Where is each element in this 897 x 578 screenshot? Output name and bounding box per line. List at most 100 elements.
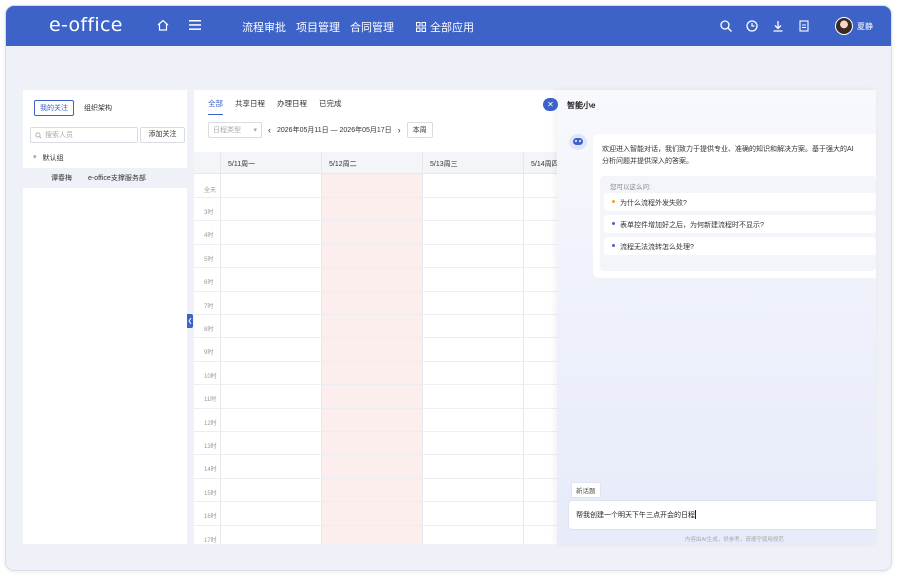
ai-disclaimer: 内容由AI生成，供参考，请遵守使用规范 xyxy=(685,537,784,543)
grid-line xyxy=(422,174,423,544)
welcome-line-1: 欢迎进入智能对话，我们致力于提供专业、准确的知识和解决方案。基于强大的AI xyxy=(602,146,854,153)
grid-line xyxy=(194,243,569,245)
search-icon xyxy=(35,131,42,139)
chat-input[interactable]: 帮我创建一个明天下午三点开会的日程 xyxy=(568,500,876,530)
suggestion-item[interactable]: 表单控件增加好之后，为何新建流程时不显示? xyxy=(604,215,876,233)
ai-assistant-panel: ✕ 智能小e 欢迎进入智能对话，我们致力于提供专业、准确的知识和解决方案。基于强… xyxy=(543,90,876,544)
tab-all[interactable]: 全部 xyxy=(208,98,223,115)
hour-label: 17时 xyxy=(204,537,217,544)
people-search-input[interactable]: 搜索人员 xyxy=(30,127,138,143)
day-header[interactable]: 5/11周一 xyxy=(220,152,321,174)
week-grid: 5/11周一 5/12周二 5/13周三 5/14周四 全天 3时 4时 5时 6时 7… xyxy=(194,152,569,544)
hour-label: 8时 xyxy=(204,327,214,333)
grid-line xyxy=(194,360,569,362)
grid-line xyxy=(194,454,569,456)
grid-line xyxy=(194,501,569,503)
schedule-type-select[interactable]: 日程类型 ▾ xyxy=(208,122,262,138)
add-follow-button[interactable]: 添加关注 xyxy=(140,127,185,143)
tab-completed[interactable]: 已完成 xyxy=(319,98,342,115)
grid-header: 5/11周一 5/12周二 5/13周三 5/14周四 xyxy=(194,152,569,174)
left-panel: 我的关注 组织架构 搜索人员 添加关注 ▾ 默认组 谭春梅 e-office支撑… xyxy=(23,90,187,544)
chevron-down-icon: ▾ xyxy=(33,154,37,161)
avatar[interactable] xyxy=(835,17,853,35)
person-dept: e-office支撑服务部 xyxy=(88,175,146,182)
collapse-handle[interactable] xyxy=(187,314,193,328)
hour-label: 11时 xyxy=(204,397,217,404)
grid-line xyxy=(194,384,569,386)
grid-line xyxy=(194,314,569,315)
search-icon[interactable] xyxy=(719,19,733,33)
menu-icon[interactable] xyxy=(188,19,202,31)
welcome-line-2: 分析问题并提供深入的答案。 xyxy=(602,158,693,165)
hour-label: 15时 xyxy=(204,490,217,497)
ai-title: 智能小e xyxy=(567,101,596,110)
tab-org[interactable]: 组织架构 xyxy=(82,100,114,116)
group-label: 默认组 xyxy=(42,155,64,162)
hour-label: 3时 xyxy=(204,210,214,216)
grid-line xyxy=(194,407,569,409)
app-window: e-office 流程审批 项目管理 合同管理 全部应用 夏静 我的关注 组织架… xyxy=(5,5,892,571)
tab-shared[interactable]: 共享日程 xyxy=(235,98,265,115)
bot-icon xyxy=(569,134,587,150)
document-icon[interactable] xyxy=(797,19,811,33)
calendar-panel: 全部 共享日程 办理日程 已完成 日程类型 ▾ ‹ 2026年05月11日 — … xyxy=(194,90,569,544)
calendar-toolbar: 日程类型 ▾ ‹ 2026年05月11日 — 2026年05月17日 › 本周 xyxy=(208,122,433,138)
search-placeholder: 搜索人员 xyxy=(45,132,73,139)
top-bar: e-office 流程审批 项目管理 合同管理 全部应用 夏静 xyxy=(6,6,891,46)
calendar-tabs: 全部 共享日程 办理日程 已完成 xyxy=(208,98,342,115)
day-header[interactable]: 5/12周二 xyxy=(321,152,422,174)
app-logo[interactable]: e-office xyxy=(49,14,123,36)
chat-input-value: 帮我创建一个明天下午三点开会的日程 xyxy=(576,512,695,519)
date-range: 2026年05月11日 — 2026年05月17日 xyxy=(277,127,392,134)
tab-handling[interactable]: 办理日程 xyxy=(277,98,307,115)
group-default[interactable]: ▾ 默认组 xyxy=(33,153,64,163)
grid-line xyxy=(194,267,569,269)
grid-line xyxy=(194,290,569,292)
suggestion-item[interactable]: 为什么流程外发失败? xyxy=(604,193,876,211)
grid-line xyxy=(194,220,569,222)
clock-icon[interactable] xyxy=(745,19,759,33)
grid-line xyxy=(220,174,221,544)
download-icon[interactable] xyxy=(771,19,785,33)
all-apps-button[interactable]: 全部应用 xyxy=(416,19,474,35)
left-tabs: 我的关注 组织架构 xyxy=(34,100,114,116)
grid-line xyxy=(194,337,569,339)
grid-line xyxy=(194,524,569,526)
nav-contract[interactable]: 合同管理 xyxy=(350,19,394,35)
day-header[interactable]: 5/13周三 xyxy=(422,152,523,174)
nav-project[interactable]: 项目管理 xyxy=(296,19,340,35)
hour-label: 9时 xyxy=(204,350,214,357)
grid-line xyxy=(194,477,569,479)
suggestion-item[interactable]: 流程无法流转怎么处理? xyxy=(604,237,876,255)
grid-line xyxy=(194,197,569,198)
prev-week-icon[interactable]: ‹ xyxy=(268,125,271,135)
hour-label: 14时 xyxy=(204,467,217,474)
next-week-icon[interactable]: › xyxy=(398,125,401,135)
all-apps-label: 全部应用 xyxy=(430,22,474,34)
suggestion-title: 您可以这么问: xyxy=(610,184,651,191)
new-topic-button[interactable]: 新话题 xyxy=(571,482,601,498)
tab-my-follow[interactable]: 我的关注 xyxy=(34,100,74,116)
hour-label: 4时 xyxy=(204,233,214,240)
today-column[interactable] xyxy=(321,174,422,544)
schedule-type-placeholder: 日程类型 xyxy=(213,127,241,134)
nav-workflow[interactable]: 流程审批 xyxy=(242,19,286,35)
hour-label: 6时 xyxy=(204,280,214,287)
hour-label: 16时 xyxy=(204,514,217,521)
chevron-down-icon: ▾ xyxy=(253,127,257,134)
hour-label: 10时 xyxy=(204,373,217,380)
username[interactable]: 夏静 xyxy=(857,21,873,32)
grid-icon xyxy=(416,22,426,32)
this-week-button[interactable]: 本周 xyxy=(406,122,433,138)
chevron-left-icon xyxy=(188,317,192,325)
header-tools: 夏静 xyxy=(707,17,891,35)
hour-label: 5时 xyxy=(204,256,214,263)
list-item[interactable]: 谭春梅 e-office支撑服务部 xyxy=(23,168,187,188)
home-icon[interactable] xyxy=(156,18,170,32)
main-nav: 流程审批 项目管理 合同管理 全部应用 xyxy=(242,19,474,35)
person-name: 谭春梅 xyxy=(51,175,72,182)
ai-welcome-message: 欢迎进入智能对话，我们致力于提供专业、准确的知识和解决方案。基于强大的AI 分析… xyxy=(593,134,876,278)
close-icon[interactable]: ✕ xyxy=(543,98,558,111)
all-day-label: 全天 xyxy=(204,188,217,194)
grid-line xyxy=(523,174,524,544)
